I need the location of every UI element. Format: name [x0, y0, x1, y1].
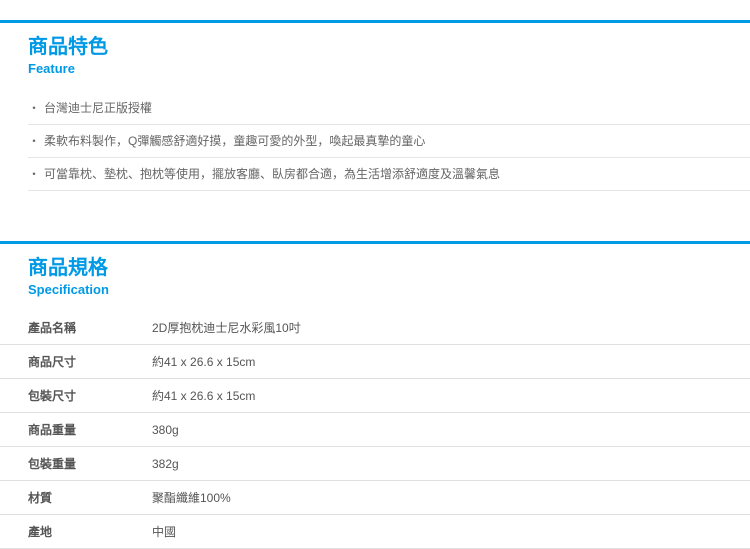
spec-label: 產品名稱 [0, 311, 152, 345]
spec-label: 包裝尺寸 [0, 379, 152, 413]
bullet-icon: ・ [28, 167, 40, 181]
spec-value: 約41 x 26.6 x 15cm [152, 379, 750, 413]
table-row: 包裝尺寸約41 x 26.6 x 15cm [0, 379, 750, 413]
feature-text: 可當靠枕、墊枕、抱枕等使用，擺放客廳、臥房都合適，為生活增添舒適度及溫馨氣息 [44, 167, 500, 181]
feature-list: ・台灣迪士尼正版授權 ・柔軟布料製作，Q彈觸感舒適好摸，童趣可愛的外型，喚起最真… [0, 84, 750, 191]
spec-label: 商品尺寸 [0, 345, 152, 379]
spec-value: 380g [152, 413, 750, 447]
feature-text: 台灣迪士尼正版授權 [44, 101, 152, 115]
table-row: 產地中國 [0, 515, 750, 549]
table-row: 產品名稱2D厚抱枕迪士尼水彩風10吋 [0, 311, 750, 345]
feature-text: 柔軟布料製作，Q彈觸感舒適好摸，童趣可愛的外型，喚起最真摯的童心 [44, 134, 425, 148]
spec-label: 商品重量 [0, 413, 152, 447]
spec-value: 382g [152, 447, 750, 481]
spec-label: 包裝重量 [0, 447, 152, 481]
spec-section: 商品規格 Specification 產品名稱2D厚抱枕迪士尼水彩風10吋 商品… [0, 241, 750, 549]
feature-item: ・台灣迪士尼正版授權 [28, 92, 750, 125]
table-row: 材質聚酯纖維100% [0, 481, 750, 515]
feature-section: 商品特色 Feature ・台灣迪士尼正版授權 ・柔軟布料製作，Q彈觸感舒適好摸… [0, 20, 750, 191]
spec-table: 產品名稱2D厚抱枕迪士尼水彩風10吋 商品尺寸約41 x 26.6 x 15cm… [0, 311, 750, 549]
spec-value: 2D厚抱枕迪士尼水彩風10吋 [152, 311, 750, 345]
spec-label: 產地 [0, 515, 152, 549]
spec-value: 中國 [152, 515, 750, 549]
feature-header: 商品特色 Feature [0, 23, 750, 84]
feature-title-en: Feature [28, 61, 750, 76]
spec-title-en: Specification [28, 282, 750, 297]
bullet-icon: ・ [28, 101, 40, 115]
feature-title-zh: 商品特色 [28, 35, 750, 59]
spec-label: 材質 [0, 481, 152, 515]
spec-value: 約41 x 26.6 x 15cm [152, 345, 750, 379]
bullet-icon: ・ [28, 134, 40, 148]
spec-header: 商品規格 Specification [0, 244, 750, 305]
table-row: 商品重量380g [0, 413, 750, 447]
spec-title-zh: 商品規格 [28, 256, 750, 280]
spec-value: 聚酯纖維100% [152, 481, 750, 515]
table-row: 包裝重量382g [0, 447, 750, 481]
feature-item: ・可當靠枕、墊枕、抱枕等使用，擺放客廳、臥房都合適，為生活增添舒適度及溫馨氣息 [28, 158, 750, 191]
feature-item: ・柔軟布料製作，Q彈觸感舒適好摸，童趣可愛的外型，喚起最真摯的童心 [28, 125, 750, 158]
table-row: 商品尺寸約41 x 26.6 x 15cm [0, 345, 750, 379]
